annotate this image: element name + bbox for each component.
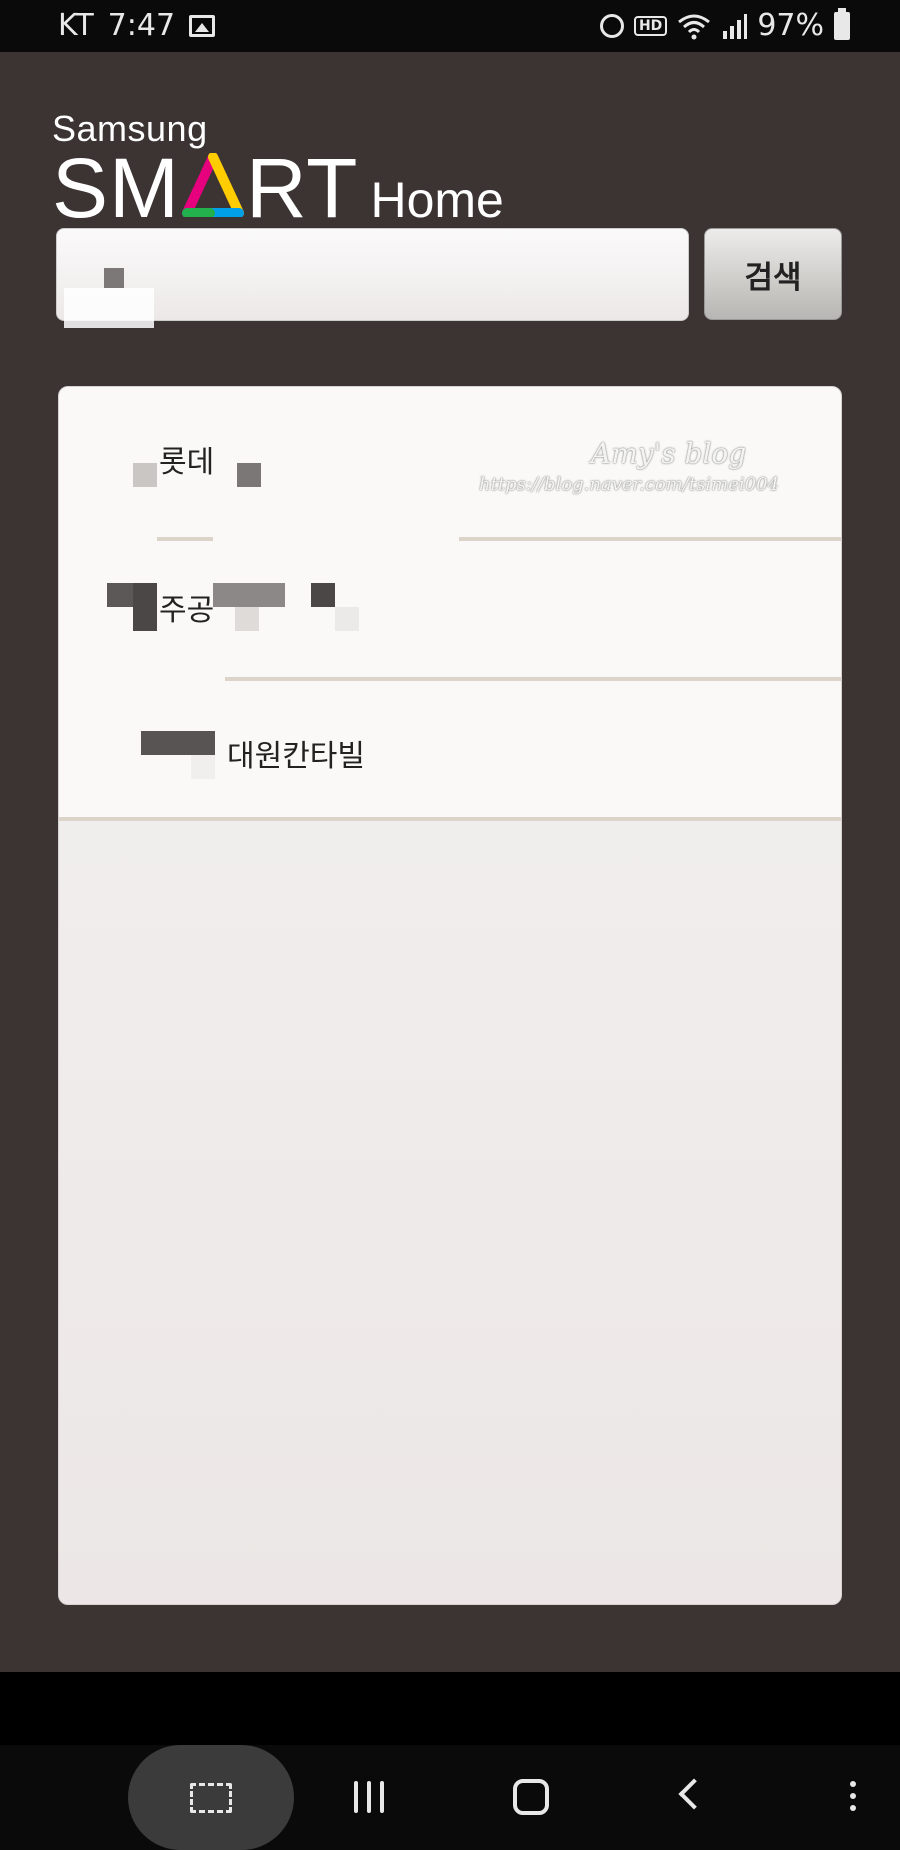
signal-icon bbox=[721, 13, 748, 39]
redacted-block bbox=[191, 755, 215, 779]
redacted-block bbox=[141, 731, 215, 755]
list-item-label: 롯데 bbox=[159, 445, 215, 480]
carrier-label: KT bbox=[58, 8, 94, 43]
gallery-icon bbox=[189, 14, 216, 37]
home-icon[interactable] bbox=[513, 1779, 549, 1815]
navigation-bar bbox=[0, 1745, 900, 1850]
status-right: HD 97% bbox=[599, 7, 850, 43]
status-left: KT 7:47 bbox=[58, 8, 216, 43]
redacted-block bbox=[335, 607, 359, 631]
redacted-block bbox=[237, 463, 261, 487]
watermark-title: Amy's blog bbox=[591, 437, 747, 470]
logo-smart-start: SM bbox=[52, 141, 180, 235]
app-screen: Samsung SM RT Home 검색 롯데 주공 대원칸타빌 Amy's … bbox=[0, 52, 900, 1672]
divider bbox=[59, 817, 841, 821]
logo-triangle-icon bbox=[182, 152, 244, 218]
redacted-block bbox=[213, 583, 285, 607]
battery-icon bbox=[834, 7, 850, 40]
list-item-label: 주공 bbox=[159, 593, 215, 628]
redacted-block bbox=[64, 288, 154, 328]
list-item[interactable]: 대원칸타빌 bbox=[59, 677, 841, 817]
list-item[interactable]: 주공 bbox=[59, 533, 841, 673]
redacted-block bbox=[133, 583, 157, 631]
search-button[interactable]: 검색 bbox=[704, 228, 842, 320]
capture-icon bbox=[190, 1783, 232, 1813]
clock: 7:47 bbox=[107, 8, 176, 43]
capture-button[interactable] bbox=[128, 1745, 294, 1850]
list-item-label: 대원칸타빌 bbox=[227, 739, 365, 774]
watermark: Amy's blog https://blog.naver.com/tsimei… bbox=[479, 437, 779, 495]
logo-smart-end: RT bbox=[246, 141, 359, 235]
redacted-block bbox=[133, 463, 157, 487]
results-panel: 롯데 주공 대원칸타빌 Amy's blog https://blog.nave… bbox=[58, 386, 842, 1605]
watermark-url: https://blog.naver.com/tsimei004 bbox=[479, 474, 779, 495]
hd-voice-icon: HD bbox=[633, 15, 668, 36]
battery-percent: 97% bbox=[757, 8, 824, 43]
redacted-block bbox=[235, 607, 259, 631]
alarm-icon bbox=[599, 13, 624, 38]
logo-wordmark: SM RT Home bbox=[52, 146, 504, 230]
more-icon[interactable] bbox=[850, 1781, 856, 1811]
back-icon[interactable] bbox=[678, 1778, 710, 1810]
redacted-block bbox=[104, 268, 124, 288]
wifi-icon bbox=[677, 12, 711, 40]
redacted-block bbox=[311, 583, 335, 607]
samsung-smart-home-logo: Samsung SM RT Home bbox=[52, 108, 504, 230]
recents-icon[interactable] bbox=[354, 1781, 384, 1813]
logo-home: Home bbox=[370, 172, 504, 228]
status-bar: KT 7:47 HD 97% bbox=[0, 0, 900, 52]
